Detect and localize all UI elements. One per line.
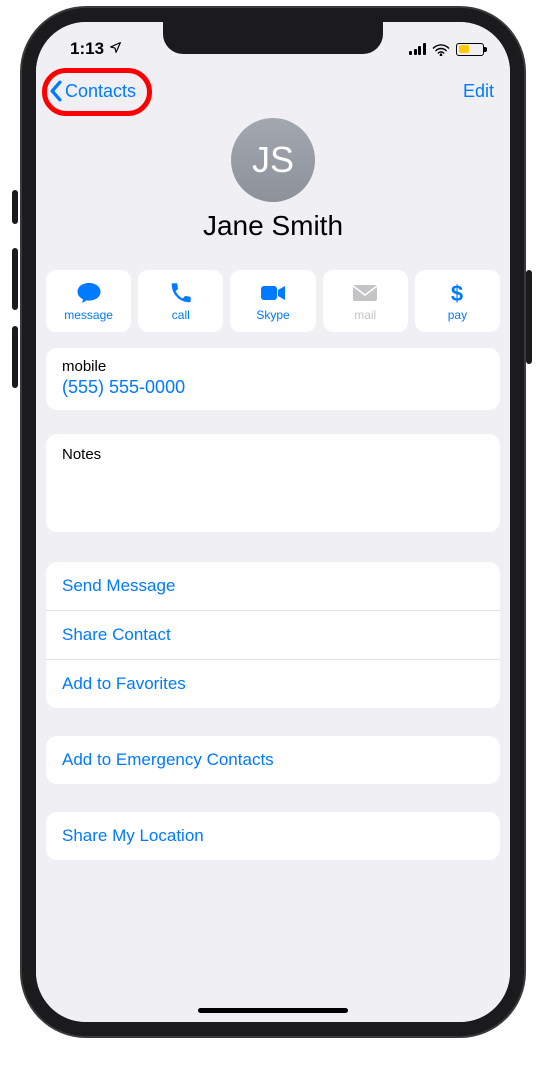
mobile-label: mobile bbox=[62, 358, 484, 375]
video-button[interactable]: Skype bbox=[230, 270, 315, 332]
mail-icon bbox=[352, 281, 378, 305]
phone-volume-up bbox=[12, 248, 18, 310]
mail-button: mail bbox=[323, 270, 408, 332]
call-button[interactable]: call bbox=[138, 270, 223, 332]
phone-frame: 1:13 bbox=[22, 8, 524, 1036]
phone-notch bbox=[163, 22, 383, 54]
video-icon bbox=[260, 281, 286, 305]
back-label: Contacts bbox=[65, 81, 136, 102]
action-row: message call Skype mail bbox=[46, 270, 500, 332]
video-label: Skype bbox=[256, 308, 289, 322]
dollar-icon: $ bbox=[450, 281, 464, 305]
status-right bbox=[409, 43, 484, 56]
message-icon bbox=[76, 281, 102, 305]
battery-fill bbox=[459, 45, 469, 53]
battery-icon bbox=[456, 43, 484, 56]
mobile-card[interactable]: mobile (555) 555-0000 bbox=[46, 348, 500, 410]
pay-label: pay bbox=[448, 308, 467, 322]
svg-text:$: $ bbox=[451, 281, 463, 305]
actions-group-1: Send Message Share Contact Add to Favori… bbox=[46, 562, 500, 708]
status-left: 1:13 bbox=[70, 39, 122, 59]
back-button[interactable]: Contacts bbox=[44, 76, 144, 106]
call-label: call bbox=[172, 308, 190, 322]
nav-bar: Contacts Edit bbox=[36, 68, 510, 114]
notes-label: Notes bbox=[62, 446, 484, 463]
message-button[interactable]: message bbox=[46, 270, 131, 332]
phone-volume-down bbox=[12, 326, 18, 388]
location-arrow-icon bbox=[109, 39, 122, 59]
home-indicator[interactable] bbox=[198, 1008, 348, 1013]
pay-button[interactable]: $ pay bbox=[415, 270, 500, 332]
avatar[interactable]: JS bbox=[231, 118, 315, 202]
cellular-signal-icon bbox=[409, 43, 426, 55]
wifi-icon bbox=[432, 43, 450, 56]
phone-icon bbox=[170, 281, 192, 305]
add-to-emergency-row[interactable]: Add to Emergency Contacts bbox=[46, 736, 500, 784]
message-label: message bbox=[64, 308, 113, 322]
actions-group-3: Share My Location bbox=[46, 812, 500, 860]
share-contact-row[interactable]: Share Contact bbox=[46, 611, 500, 660]
phone-power-button bbox=[526, 270, 532, 364]
mobile-value[interactable]: (555) 555-0000 bbox=[62, 377, 484, 398]
phone-mute-switch bbox=[12, 190, 18, 224]
actions-group-2: Add to Emergency Contacts bbox=[46, 736, 500, 784]
notes-card[interactable]: Notes bbox=[46, 434, 500, 532]
status-time: 1:13 bbox=[70, 39, 104, 59]
profile-header: JS Jane Smith bbox=[36, 118, 510, 242]
chevron-left-icon bbox=[48, 80, 63, 102]
edit-button[interactable]: Edit bbox=[463, 81, 494, 102]
add-to-favorites-row[interactable]: Add to Favorites bbox=[46, 660, 500, 708]
share-my-location-row[interactable]: Share My Location bbox=[46, 812, 500, 860]
send-message-row[interactable]: Send Message bbox=[46, 562, 500, 611]
contact-name: Jane Smith bbox=[203, 210, 343, 242]
screen: 1:13 bbox=[36, 22, 510, 1022]
mail-label: mail bbox=[354, 308, 376, 322]
